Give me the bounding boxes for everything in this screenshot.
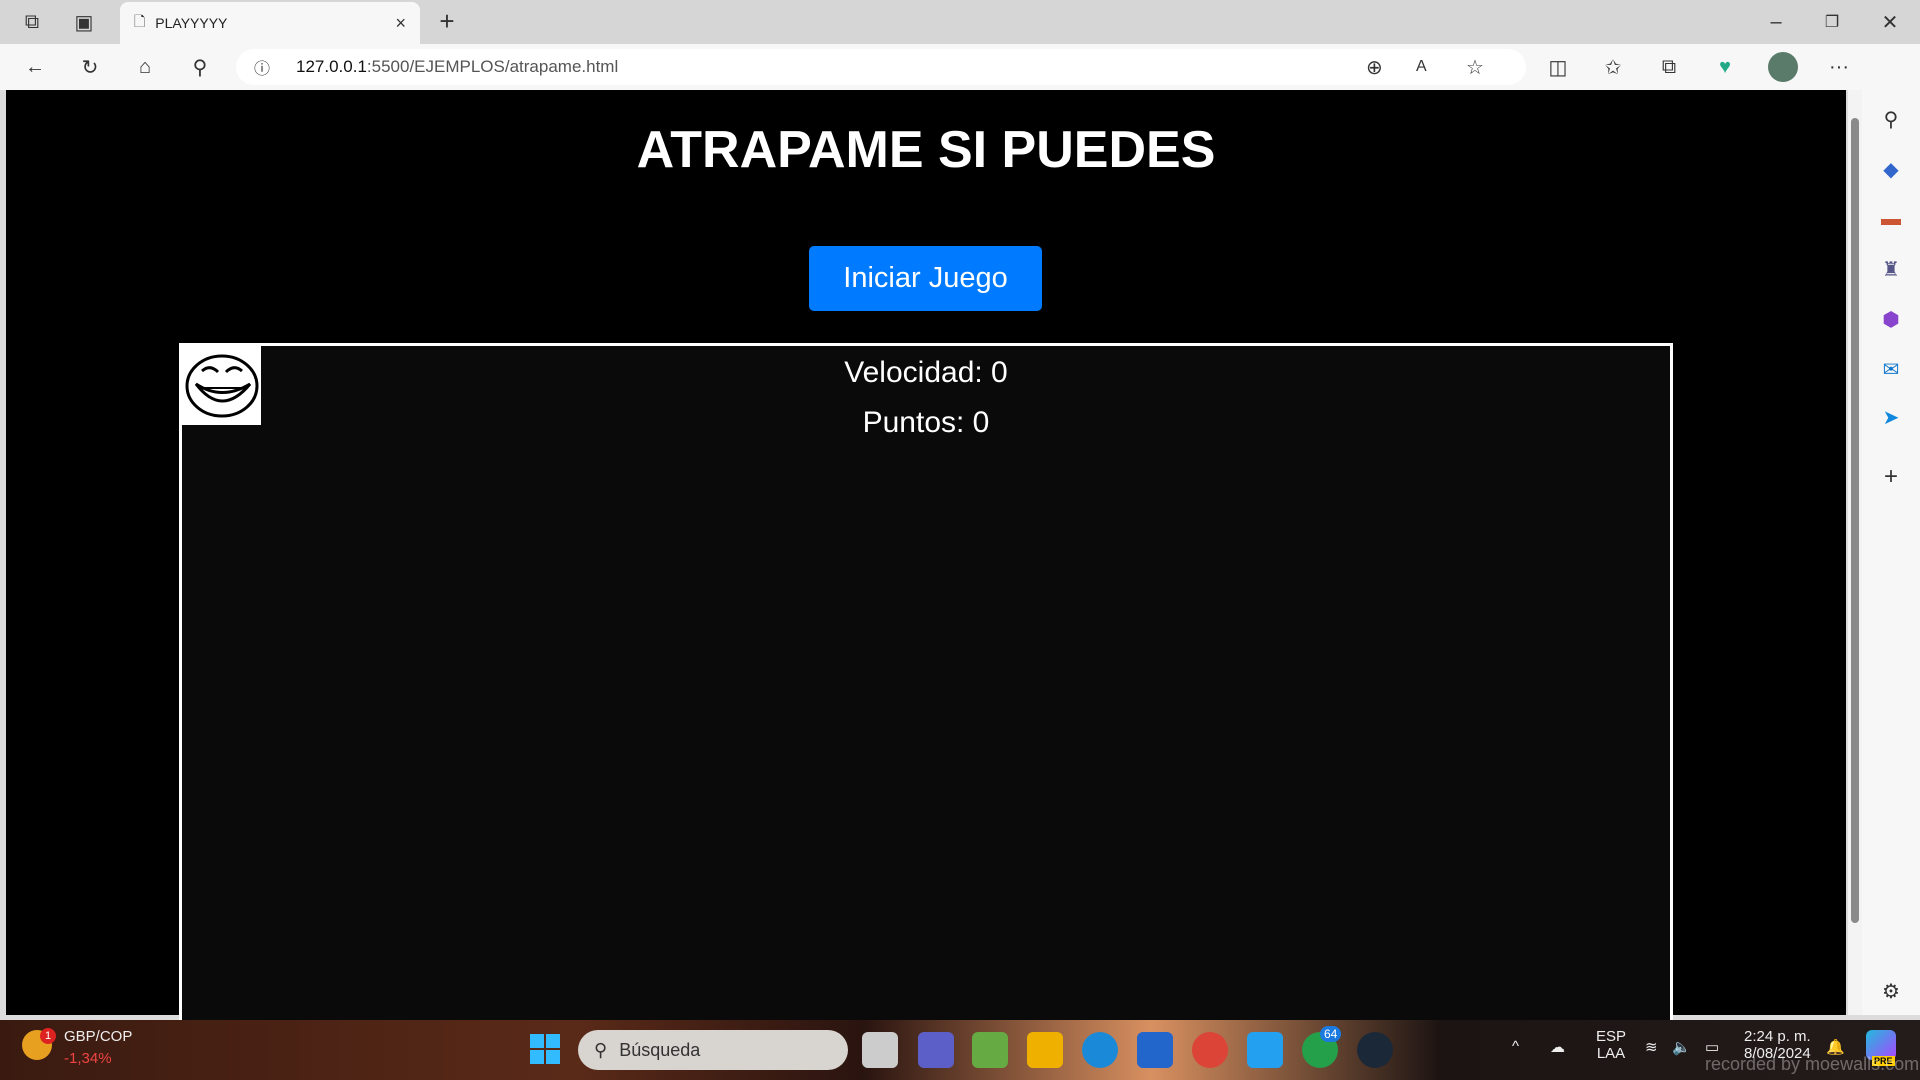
- settings-gear-icon[interactable]: ⚙: [1876, 976, 1906, 1006]
- game-area[interactable]: Velocidad: 0 Puntos: 0: [179, 343, 1673, 1023]
- new-tab-button[interactable]: +: [432, 6, 462, 36]
- add-icon[interactable]: +: [1876, 462, 1906, 492]
- widget-badge: 1: [40, 1028, 56, 1044]
- tab-bar: ⧉ ▣ 🗋 PLAYYYYY × + – ❐ ✕: [0, 0, 1920, 44]
- volume-icon[interactable]: 🔈: [1672, 1038, 1691, 1056]
- back-icon[interactable]: ←: [20, 52, 50, 82]
- profile-avatar[interactable]: [1768, 52, 1798, 82]
- zoom-icon[interactable]: ⊕: [1366, 55, 1383, 80]
- url-path: :5500/EJEMPLOS/atrapame.html: [366, 57, 619, 76]
- page-title: ATRAPAME SI PUEDES: [636, 121, 1216, 179]
- chrome-icon[interactable]: [1192, 1032, 1228, 1068]
- games-icon[interactable]: ♜: [1876, 254, 1906, 284]
- onedrive-icon[interactable]: ☁: [1550, 1038, 1565, 1056]
- language-indicator[interactable]: ESP LAA: [1596, 1028, 1626, 1062]
- taskbar: 1 GBP/COP -1,34% ⚲ Búsqueda 64 ^ ☁ ESP LAA…: [0, 1020, 1920, 1080]
- minecraft-icon[interactable]: [972, 1032, 1008, 1068]
- points-label: Puntos: 0: [862, 406, 990, 439]
- microsoft365-icon[interactable]: ⬢: [1876, 304, 1906, 334]
- extension-icon[interactable]: ♥: [1710, 52, 1740, 82]
- speed-label: Velocidad: 0: [844, 356, 1008, 389]
- tools-icon[interactable]: ▬: [1876, 204, 1906, 234]
- steam-icon[interactable]: [1357, 1032, 1393, 1068]
- more-icon[interactable]: ···: [1824, 52, 1854, 82]
- navigation-bar: ← ↻ ⌂ ⚲ ⓘ 127.0.0.1:5500/EJEMPLOS/atrapa…: [0, 44, 1920, 90]
- split-screen-icon[interactable]: ◫: [1543, 52, 1573, 82]
- close-tab-icon[interactable]: ×: [395, 13, 406, 34]
- widget-pair[interactable]: GBP/COP: [64, 1028, 132, 1045]
- teams-icon[interactable]: [918, 1032, 954, 1068]
- windows-start-icon[interactable]: [530, 1034, 560, 1064]
- show-hidden-icons[interactable]: ^: [1512, 1038, 1519, 1055]
- page-content: ATRAPAME SI PUEDES Iniciar Juego Velocid…: [6, 90, 1846, 1023]
- scrollbar-thumb[interactable]: [1851, 118, 1859, 923]
- start-game-button[interactable]: Iniciar Juego: [809, 246, 1042, 311]
- search-icon: ⚲: [594, 1039, 608, 1060]
- send-icon[interactable]: ➤: [1876, 402, 1906, 432]
- edge-sidebar: ⚲ ◆ ▬ ♜ ⬢ ✉ ➤ + ⚙: [1862, 44, 1920, 1015]
- edge-icon[interactable]: [1082, 1032, 1118, 1068]
- page-icon: 🗋: [134, 13, 146, 29]
- refresh-icon[interactable]: ↻: [75, 52, 105, 82]
- widget-change: -1,34%: [64, 1050, 112, 1067]
- read-aloud-icon[interactable]: A: [1416, 58, 1427, 76]
- task-view-icon[interactable]: [862, 1032, 898, 1068]
- vscode-icon[interactable]: [1247, 1032, 1283, 1068]
- sidebar-search-icon[interactable]: ⚲: [1876, 104, 1906, 134]
- search-icon[interactable]: ⚲: [185, 52, 215, 82]
- lang-top: ESP: [1596, 1028, 1627, 1045]
- restore-icon[interactable]: ❐: [1818, 8, 1846, 36]
- home-icon[interactable]: ⌂: [130, 52, 160, 82]
- store-icon[interactable]: [1137, 1032, 1173, 1068]
- address-bar[interactable]: ⓘ 127.0.0.1:5500/EJEMPLOS/atrapame.html …: [236, 49, 1526, 85]
- favorites-icon[interactable]: ✩: [1598, 52, 1628, 82]
- url-host: 127.0.0.1: [296, 57, 367, 76]
- taskbar-search[interactable]: ⚲ Búsqueda: [578, 1030, 848, 1070]
- whatsapp-badge: 64: [1320, 1026, 1342, 1042]
- file-explorer-icon[interactable]: [1027, 1032, 1063, 1068]
- collections-icon[interactable]: ⧉: [1654, 52, 1684, 82]
- outlook-icon[interactable]: ✉: [1876, 354, 1906, 384]
- wifi-icon[interactable]: ≋: [1645, 1038, 1658, 1056]
- shopping-tag-icon[interactable]: ◆: [1876, 154, 1906, 184]
- vertical-tabs-icon[interactable]: ▣: [70, 8, 98, 36]
- vertical-scrollbar[interactable]: [1848, 90, 1862, 1015]
- favorite-star-icon[interactable]: ☆: [1466, 55, 1484, 80]
- tab-playyyyy[interactable]: 🗋 PLAYYYYY ×: [120, 2, 420, 44]
- time: 2:24 p. m.: [1744, 1028, 1811, 1045]
- lang-bottom: LAA: [1596, 1045, 1626, 1062]
- tab-title: PLAYYYYY: [155, 15, 228, 31]
- close-window-icon[interactable]: ✕: [1876, 8, 1904, 36]
- info-icon: ⓘ: [254, 61, 271, 78]
- minimize-icon[interactable]: –: [1762, 8, 1790, 36]
- watermark: recorded by moewalls.com: [1705, 1054, 1920, 1074]
- search-placeholder: Búsqueda: [619, 1039, 701, 1060]
- workspaces-icon[interactable]: ⧉: [18, 8, 46, 36]
